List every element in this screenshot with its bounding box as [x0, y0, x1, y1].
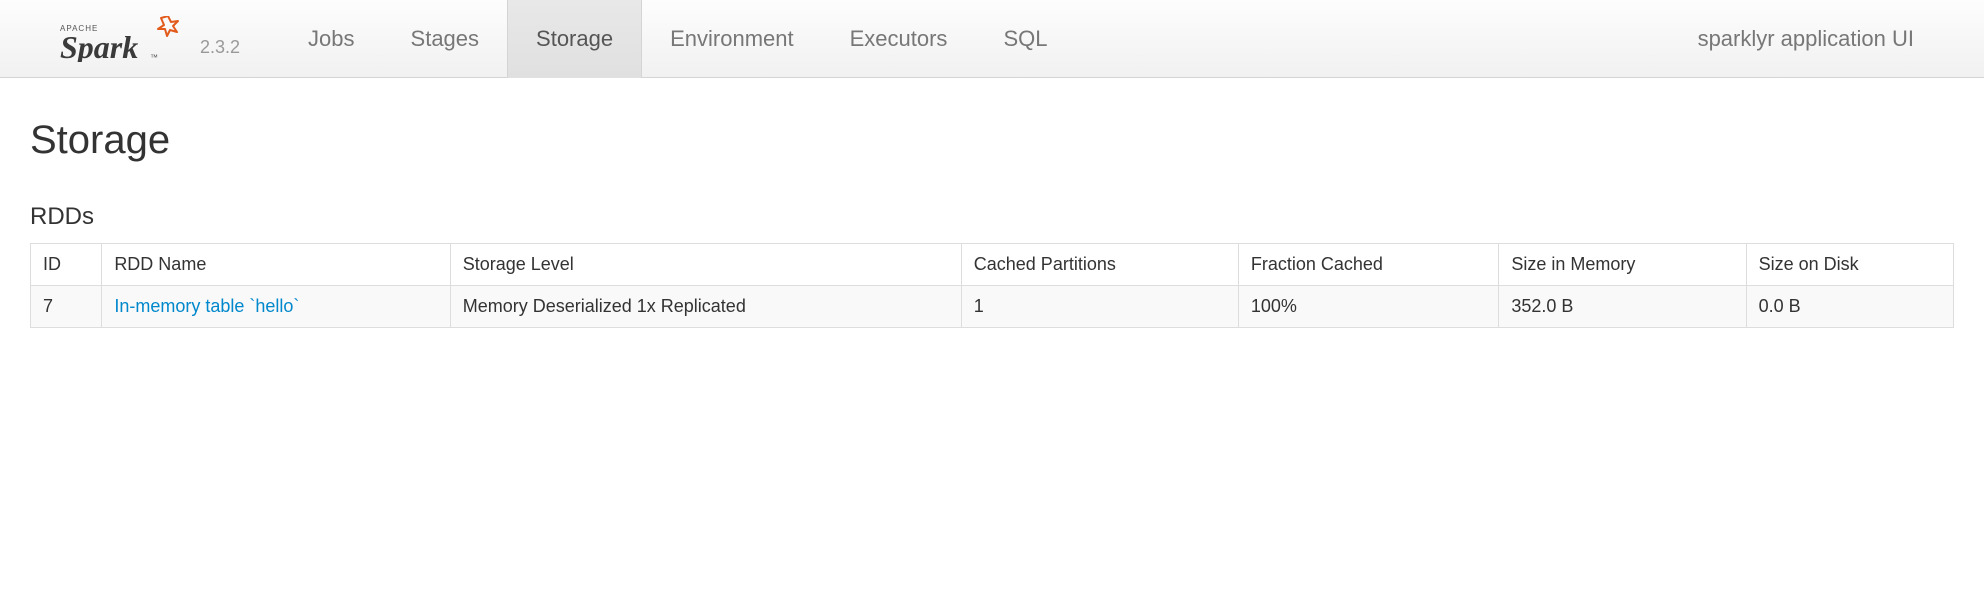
col-id[interactable]: ID — [31, 244, 102, 286]
cell-size-on-disk: 0.0 B — [1746, 286, 1953, 328]
app-title: sparklyr application UI — [1698, 26, 1924, 52]
page-title: Storage — [30, 118, 1954, 163]
brand[interactable]: APACHE Spark ™ 2.3.2 — [60, 16, 240, 62]
col-size-on-disk[interactable]: Size on Disk — [1746, 244, 1953, 286]
col-size-in-memory[interactable]: Size in Memory — [1499, 244, 1746, 286]
cell-id: 7 — [31, 286, 102, 328]
cell-cached-partitions: 1 — [961, 286, 1238, 328]
brand-version: 2.3.2 — [200, 37, 240, 58]
nav-tabs: Jobs Stages Storage Environment Executor… — [280, 0, 1698, 78]
page-container: Storage RDDs ID RDD Name Storage Level C… — [0, 78, 1984, 368]
nav-tab-jobs[interactable]: Jobs — [280, 0, 382, 78]
rdd-name-link[interactable]: In-memory table `hello` — [114, 296, 299, 316]
col-fraction-cached[interactable]: Fraction Cached — [1238, 244, 1499, 286]
col-cached-partitions[interactable]: Cached Partitions — [961, 244, 1238, 286]
navbar: APACHE Spark ™ 2.3.2 Jobs Stages Storage… — [0, 0, 1984, 78]
spark-logo-icon: APACHE Spark ™ — [60, 16, 190, 62]
nav-tab-executors[interactable]: Executors — [822, 0, 976, 78]
section-title-rdds: RDDs — [30, 203, 1954, 231]
svg-text:™: ™ — [150, 53, 158, 62]
nav-tab-stages[interactable]: Stages — [383, 0, 508, 78]
table-header-row: ID RDD Name Storage Level Cached Partiti… — [31, 244, 1954, 286]
nav-tab-environment[interactable]: Environment — [642, 0, 822, 78]
cell-fraction-cached: 100% — [1238, 286, 1499, 328]
cell-storage-level: Memory Deserialized 1x Replicated — [450, 286, 961, 328]
svg-text:Spark: Spark — [60, 29, 138, 62]
col-rdd-name[interactable]: RDD Name — [102, 244, 450, 286]
table-row: 7 In-memory table `hello` Memory Deseria… — [31, 286, 1954, 328]
cell-size-in-memory: 352.0 B — [1499, 286, 1746, 328]
rdds-table: ID RDD Name Storage Level Cached Partiti… — [30, 243, 1954, 328]
nav-tab-sql[interactable]: SQL — [975, 0, 1075, 78]
col-storage-level[interactable]: Storage Level — [450, 244, 961, 286]
cell-rdd-name: In-memory table `hello` — [102, 286, 450, 328]
nav-tab-storage[interactable]: Storage — [507, 0, 642, 78]
